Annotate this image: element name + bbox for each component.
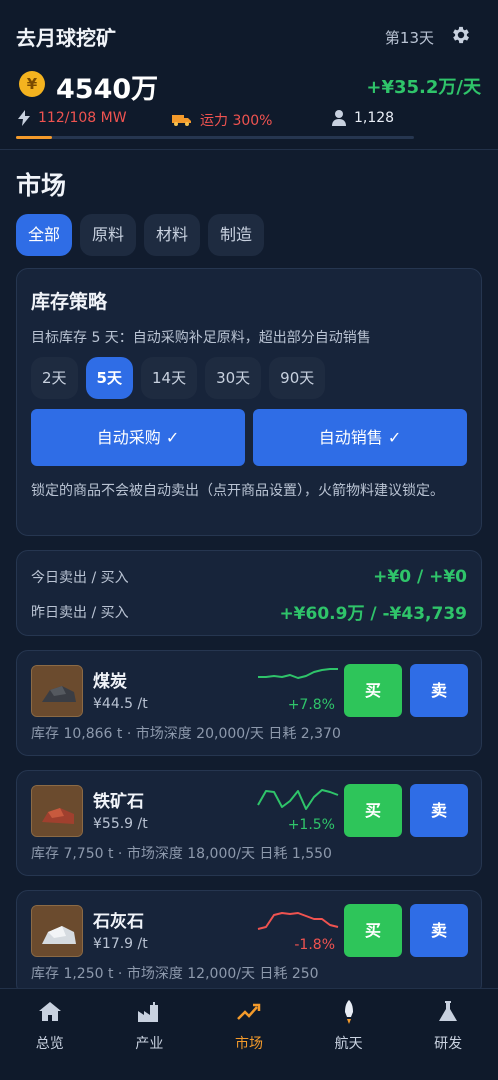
nav-item-3[interactable]: 航天 <box>299 989 399 1080</box>
auto-buy-button[interactable]: 自动采购 ✓ <box>31 409 245 466</box>
commodity-meta: 库存 10,866 t · 市场深度 20,000/天 日耗 2,370 <box>31 726 341 742</box>
transport-value: 运力 300% <box>200 113 273 129</box>
commodity-meta: 库存 7,750 t · 市场深度 18,000/天 日耗 1,550 <box>31 846 332 862</box>
today-trade-label: 今日卖出 / 买入 <box>31 570 129 586</box>
yesterday-trade-value: +¥60.9万 / -¥43,739 <box>279 604 467 624</box>
yesterday-trade-label: 昨日卖出 / 买入 <box>31 604 129 621</box>
progress-bar <box>16 136 414 139</box>
nav-label: 产业 <box>135 1036 164 1052</box>
nav-item-4[interactable]: 研发 <box>398 989 498 1080</box>
coal-icon <box>31 665 83 717</box>
strategy-note: 锁定的商品不会被自动卖出（点开商品设置），火箭物料建议锁定。 <box>31 483 444 499</box>
day-option-2[interactable]: 14天 <box>140 357 198 399</box>
price-change: +7.8% <box>287 697 335 713</box>
category-tabs: 全部 原料 材料 制造 <box>16 214 265 256</box>
day-option-1[interactable]: 5天 <box>85 357 133 399</box>
trade-summary-card: 今日卖出 / 买入 +¥0 / +¥0 昨日卖出 / 买入 +¥60.9万 / … <box>16 550 482 636</box>
sell-button[interactable]: 卖 <box>410 904 468 957</box>
day-option-4[interactable]: 90天 <box>269 357 326 399</box>
tab-0[interactable]: 全部 <box>16 214 73 256</box>
home-icon <box>38 1002 61 1021</box>
price-sparkline <box>258 668 338 679</box>
nav-item-0[interactable]: 总览 <box>0 989 100 1080</box>
inventory-strategy-card: 库存策略 目标库存 5 天：自动采购补足原料，超出部分自动销售 2天 5天 14天 3… <box>16 268 482 536</box>
commodity-price: ¥44.5 /t <box>93 696 148 712</box>
day-counter: 第13天 <box>384 29 434 47</box>
lightning-icon <box>18 110 30 126</box>
nav-item-1[interactable]: 产业 <box>100 989 200 1080</box>
nav-label: 研发 <box>434 1036 463 1052</box>
top-status-bar: 去月球挖矿 第13天 ¥ 4540万 +¥35.2万/天 112/108 MW … <box>0 0 498 150</box>
today-trade-row: 今日卖出 / 买入 +¥0 / +¥0 <box>31 567 467 587</box>
auto-sell-button[interactable]: 自动销售 ✓ <box>253 409 467 466</box>
app-title: 去月球挖矿 <box>16 26 116 50</box>
price-sparkline <box>257 912 339 930</box>
commodity-card[interactable]: 铁矿石 ¥55.9 /t +1.5% 买卖库存 7,750 t · 市场深度 18,0… <box>16 770 482 876</box>
sell-button[interactable]: 卖 <box>410 784 468 837</box>
commodity-name: 煤炭 <box>93 672 127 692</box>
limestone-icon <box>31 905 83 957</box>
iron-ore-icon <box>31 785 83 837</box>
buy-button[interactable]: 买 <box>344 664 402 717</box>
tab-3[interactable]: 制造 <box>208 214 265 256</box>
daily-income: +¥35.2万/天 <box>366 77 481 98</box>
day-option-0[interactable]: 2天 <box>31 357 78 399</box>
price-sparkline <box>257 789 339 810</box>
transport-stat: 运力 300% <box>172 110 272 130</box>
rocket-icon <box>344 1000 353 1024</box>
day-option-3[interactable]: 30天 <box>205 357 262 399</box>
trend-icon <box>237 1003 261 1020</box>
flask-icon <box>439 1001 458 1021</box>
commodity-card[interactable]: 煤炭 ¥44.5 /t +7.8% 买卖库存 10,866 t · 市场深度 20,0… <box>16 650 482 756</box>
power-stat: 112/108 MW <box>18 110 127 126</box>
sparkline-path <box>257 789 339 810</box>
commodity-name: 铁矿石 <box>93 792 144 812</box>
today-trade-value: +¥0 / +¥0 <box>373 567 467 587</box>
buy-button[interactable]: 买 <box>344 784 402 837</box>
commodity-meta: 库存 1,250 t · 市场深度 12,000/天 日耗 250 <box>31 966 319 982</box>
coin-icon: ¥ <box>19 71 45 97</box>
gear-icon[interactable] <box>450 24 472 46</box>
page-title: 市场 <box>16 171 67 200</box>
price-change: -1.8% <box>294 937 335 953</box>
bottom-navigation: 总览 产业 市场 航天 研发 <box>0 988 498 1080</box>
commodity-card[interactable]: 石灰石 ¥17.9 /t -1.8% 买卖库存 1,250 t · 市场深度 12,0… <box>16 890 482 996</box>
buy-button[interactable]: 买 <box>344 904 402 957</box>
progress-fill <box>16 136 52 139</box>
sparkline-path <box>258 668 338 679</box>
sell-button[interactable]: 卖 <box>410 664 468 717</box>
strategy-title: 库存策略 <box>31 291 108 313</box>
tab-2[interactable]: 材料 <box>144 214 201 256</box>
day-options: 2天 5天 14天 30天 90天 <box>31 357 326 399</box>
commodity-price: ¥17.9 /t <box>93 936 148 952</box>
nav-label: 总览 <box>35 1036 64 1052</box>
yesterday-trade-row: 昨日卖出 / 买入 +¥60.9万 / -¥43,739 <box>31 599 467 624</box>
commodity-price: ¥55.9 /t <box>93 816 148 832</box>
price-change: +1.5% <box>287 817 335 833</box>
money-amount: 4540万 <box>56 74 159 105</box>
nav-item-2[interactable]: 市场 <box>199 989 299 1080</box>
population-stat: 1,128 <box>332 110 394 126</box>
population-value: 1,128 <box>354 110 395 126</box>
power-value: 112/108 MW <box>38 110 127 126</box>
factory-icon <box>138 1002 159 1022</box>
strategy-description: 目标库存 5 天：自动采购补足原料，超出部分自动销售 <box>31 330 371 346</box>
person-icon <box>332 110 346 126</box>
nav-label: 航天 <box>334 1036 363 1052</box>
commodity-name: 石灰石 <box>93 912 144 932</box>
nav-label: 市场 <box>234 1036 263 1052</box>
tab-1[interactable]: 原料 <box>80 214 137 256</box>
truck-icon <box>172 115 191 126</box>
sparkline-path <box>257 912 339 930</box>
